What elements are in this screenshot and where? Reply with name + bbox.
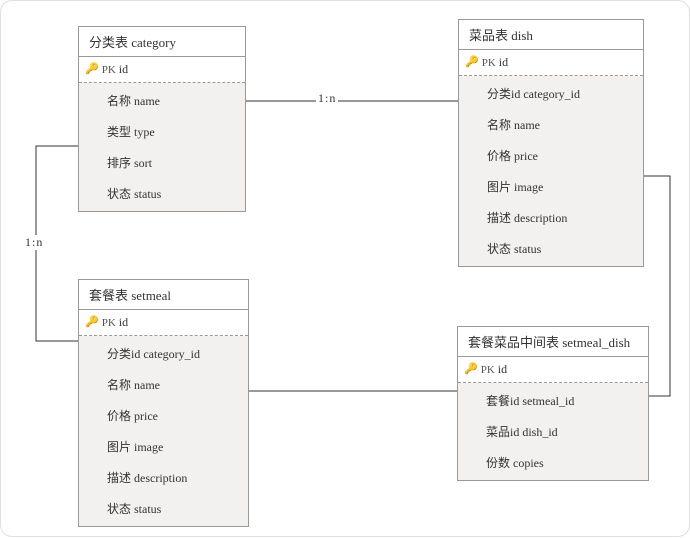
field-row: 描述 description — [79, 462, 248, 493]
pk-prefix: PK — [102, 317, 116, 329]
pk-prefix: PK — [102, 64, 116, 76]
field-row: 图片 image — [79, 431, 248, 462]
entity-pk-row: 🔑 PK id — [458, 357, 648, 383]
pk-field: id — [119, 315, 128, 330]
field-row: 菜品id dish_id — [458, 416, 648, 447]
entity-setmeal-dish: 套餐菜品中间表 setmeal_dish 🔑 PK id 套餐id setmea… — [457, 326, 649, 481]
cardinality-category-setmeal: 1:n — [23, 235, 45, 250]
entity-title: 分类表 category — [79, 27, 245, 57]
entity-category: 分类表 category 🔑 PK id 名称 name 类型 type 排序 … — [78, 26, 246, 212]
cardinality-category-dish: 1:n — [316, 91, 338, 106]
entity-dish: 菜品表 dish 🔑 PK id 分类id category_id 名称 nam… — [458, 19, 644, 267]
entity-body: 分类id category_id 名称 name 价格 price 图片 ima… — [459, 76, 643, 266]
entity-body: 套餐id setmeal_id 菜品id dish_id 份数 copies — [458, 383, 648, 480]
field-row: 名称 name — [79, 85, 245, 116]
field-row: 价格 price — [79, 400, 248, 431]
field-row: 图片 image — [459, 171, 643, 202]
erd-canvas: 分类表 category 🔑 PK id 名称 name 类型 type 排序 … — [0, 0, 690, 537]
field-row: 排序 sort — [79, 147, 245, 178]
entity-body: 名称 name 类型 type 排序 sort 状态 status — [79, 83, 245, 211]
field-row: 分类id category_id — [79, 338, 248, 369]
key-icon: 🔑 — [464, 364, 478, 375]
key-icon: 🔑 — [85, 317, 99, 328]
pk-field: id — [119, 62, 128, 77]
key-icon: 🔑 — [85, 64, 99, 75]
entity-body: 分类id category_id 名称 name 价格 price 图片 ima… — [79, 336, 248, 526]
field-row: 份数 copies — [458, 447, 648, 478]
entity-title: 套餐菜品中间表 setmeal_dish — [458, 327, 648, 357]
pk-prefix: PK — [481, 364, 495, 376]
pk-field: id — [498, 362, 507, 377]
field-row: 描述 description — [459, 202, 643, 233]
field-row: 状态 status — [459, 233, 643, 264]
entity-pk-row: 🔑 PK id — [459, 50, 643, 76]
field-row: 套餐id setmeal_id — [458, 385, 648, 416]
field-row: 状态 status — [79, 178, 245, 209]
entity-pk-row: 🔑 PK id — [79, 310, 248, 336]
pk-prefix: PK — [482, 57, 496, 69]
field-row: 价格 price — [459, 140, 643, 171]
field-row: 分类id category_id — [459, 78, 643, 109]
entity-pk-row: 🔑 PK id — [79, 57, 245, 83]
field-row: 名称 name — [459, 109, 643, 140]
field-row: 状态 status — [79, 493, 248, 524]
pk-field: id — [499, 55, 508, 70]
key-icon: 🔑 — [465, 57, 479, 68]
entity-setmeal: 套餐表 setmeal 🔑 PK id 分类id category_id 名称 … — [78, 279, 249, 527]
field-row: 名称 name — [79, 369, 248, 400]
entity-title: 菜品表 dish — [459, 20, 643, 50]
entity-title: 套餐表 setmeal — [79, 280, 248, 310]
field-row: 类型 type — [79, 116, 245, 147]
